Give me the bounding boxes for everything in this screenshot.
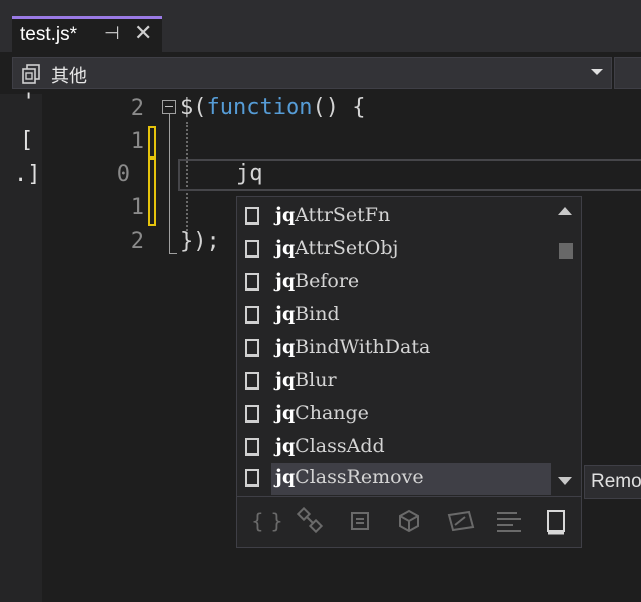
completion-label: jqBefore: [275, 270, 360, 292]
tag-icon[interactable]: [445, 509, 475, 533]
shapes-icon[interactable]: [297, 507, 325, 535]
tab-strip: test.js* ⊣ ✕: [0, 0, 641, 52]
line-number: 0: [116, 162, 130, 187]
snippet-icon: [245, 240, 259, 258]
pin-icon[interactable]: ⊣: [104, 23, 120, 44]
tab-title: test.js*: [20, 24, 78, 45]
close-icon[interactable]: ✕: [134, 21, 152, 46]
tab-test-js[interactable]: test.js* ⊣ ✕: [12, 16, 162, 52]
completion-label: jqClassRemove: [275, 466, 424, 488]
completion-item[interactable]: jqChange: [237, 399, 551, 432]
project-label: 其他: [51, 66, 87, 87]
snippet-icon: [245, 339, 259, 357]
completion-item[interactable]: jqBlur: [237, 366, 551, 399]
left-margin: ' [ .]: [0, 90, 42, 602]
completion-item[interactable]: jqClassAdd: [237, 432, 551, 465]
snippet-icon: [245, 438, 259, 456]
margin-char: [: [20, 128, 34, 153]
project-icon: [22, 64, 40, 84]
project-dropdown[interactable]: 其他: [12, 57, 612, 89]
completion-item[interactable]: jqAttrSetObj: [237, 234, 551, 267]
scroll-down-icon[interactable]: [558, 477, 572, 485]
snippet-icon: [245, 372, 259, 390]
completion-label: jqChange: [275, 402, 369, 424]
collapse-toggle[interactable]: [162, 100, 176, 114]
completion-item-selected[interactable]: jqClassRemove: [237, 463, 551, 496]
snippet-icon: [245, 306, 259, 324]
scroll-up-icon[interactable]: [558, 207, 572, 215]
snippet-icon: [245, 469, 259, 487]
completion-filter-bar: { }: [237, 496, 581, 547]
method-icon[interactable]: [349, 510, 371, 532]
code-keyword: function: [206, 95, 313, 120]
completion-item[interactable]: jqAttrSetFn: [237, 201, 551, 234]
margin-char: ': [22, 90, 36, 115]
line-number: 1: [130, 195, 144, 220]
completion-item[interactable]: jqBindWithData: [237, 333, 551, 366]
completion-label: jqBlur: [275, 369, 337, 391]
margin-char: .]: [14, 162, 41, 187]
completion-scrollbar[interactable]: [551, 197, 581, 495]
code-token: $(: [180, 95, 207, 120]
completion-label: jqBindWithData: [275, 336, 431, 358]
tooltip-text: Remove: [591, 471, 641, 492]
code-token: () {: [312, 95, 366, 120]
completion-label: jqBind: [275, 303, 340, 325]
line-number: 2: [130, 96, 144, 121]
braces-icon[interactable]: { }: [251, 509, 283, 533]
completion-label: jqClassAdd: [275, 435, 385, 457]
code-line-1[interactable]: $(function() {: [180, 95, 365, 120]
field-icon[interactable]: [495, 509, 523, 533]
member-dropdown[interactable]: [614, 57, 641, 89]
change-marker: [148, 126, 156, 158]
snippet-icon[interactable]: [545, 509, 567, 535]
chevron-down-icon: [591, 69, 603, 75]
outline-guide: [169, 114, 170, 254]
change-marker: [148, 158, 156, 226]
cube-icon[interactable]: [397, 509, 421, 533]
completion-label: jqAttrSetObj: [275, 237, 399, 259]
scroll-thumb[interactable]: [559, 243, 573, 259]
snippet-icon: [245, 273, 259, 291]
line-number: 1: [130, 129, 144, 154]
navigation-bar: 其他: [0, 52, 641, 94]
completion-label: jqAttrSetFn: [275, 204, 391, 226]
completion-item[interactable]: jqBind: [237, 300, 551, 333]
code-current-line[interactable]: jq: [236, 161, 263, 186]
outline-guide-end: [169, 253, 177, 254]
completion-item[interactable]: jqBefore: [237, 267, 551, 300]
line-number: 2: [130, 229, 144, 254]
intellisense-popup: jqAttrSetFn jqAttrSetObj jqBefore jqBind…: [236, 196, 582, 548]
snippet-icon: [245, 207, 259, 225]
snippet-icon: [245, 405, 259, 423]
code-line-5[interactable]: });: [180, 229, 220, 254]
completion-tooltip: Remove: [584, 465, 641, 499]
